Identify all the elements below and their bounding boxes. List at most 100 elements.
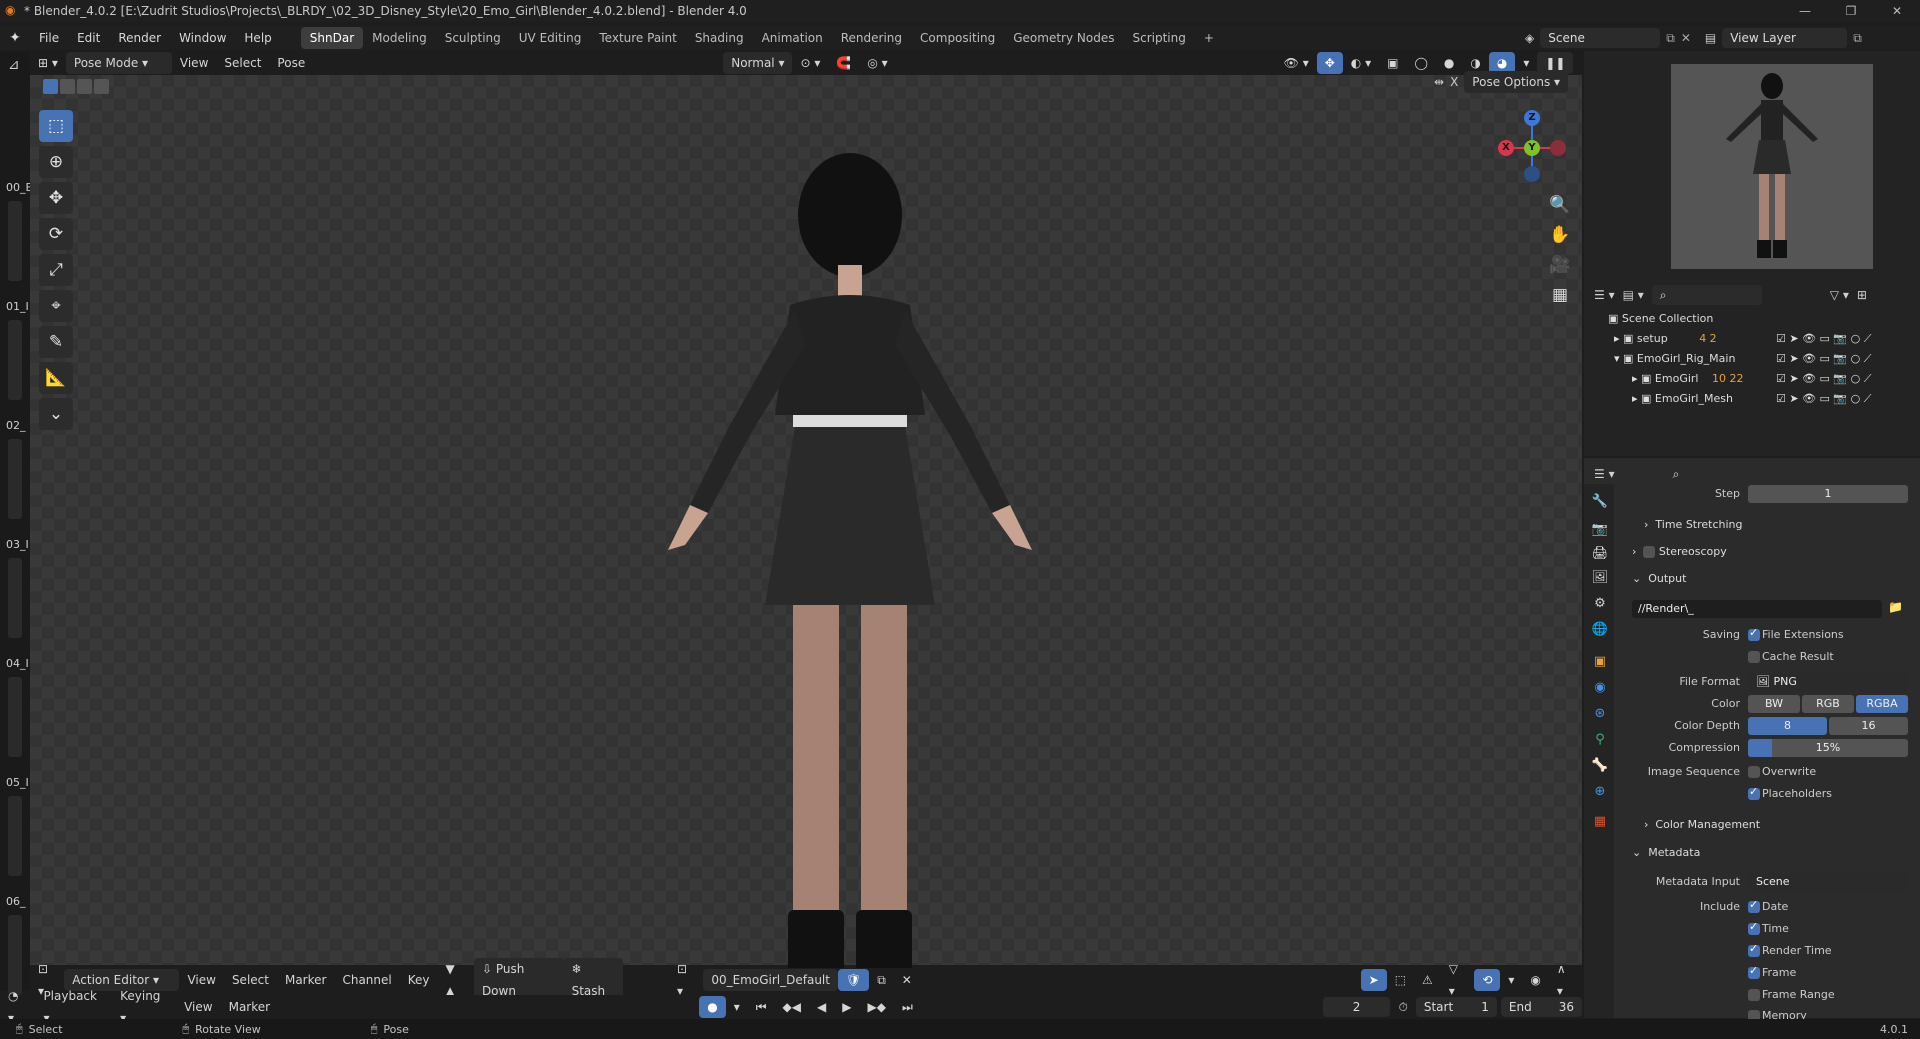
start-frame-field[interactable]: Start 1	[1415, 997, 1497, 1017]
step-field[interactable]: 1	[1748, 485, 1908, 503]
menu-view[interactable]: View	[179, 969, 223, 991]
metadata-input-dropdown[interactable]: Scene	[1748, 873, 1908, 891]
move-tool-icon[interactable]: ✥	[39, 182, 73, 214]
object-tab-icon[interactable]: ▣	[1591, 654, 1609, 669]
workspace-tab-texture-paint[interactable]: Texture Paint	[590, 27, 685, 49]
mirror-x-icon[interactable]: ⇹	[1434, 75, 1444, 89]
show-hidden-icon[interactable]: ⬚	[1387, 969, 1414, 991]
time-stretching-section[interactable]: › Time Stretching	[1644, 518, 1743, 531]
bone-constraints-tab-icon[interactable]: ⊕	[1591, 784, 1609, 799]
xray-icon[interactable]: ▣	[1379, 52, 1406, 74]
menu-edit[interactable]: Edit	[68, 26, 109, 50]
strip-track[interactable]	[8, 320, 22, 400]
restriction-icons-row[interactable]: ☑ ➤ 👁 ▭ 📷 ○ ⟋	[1776, 329, 1916, 349]
play-reverse-icon[interactable]: ◀	[809, 996, 834, 1018]
scene-tab-icon[interactable]: ⚙	[1591, 596, 1609, 611]
scale-tool-icon[interactable]: ⤢	[39, 254, 73, 286]
select-extend-icon[interactable]	[60, 79, 75, 94]
workspace-tab-geometry-nodes[interactable]: Geometry Nodes	[1004, 27, 1123, 49]
output-section[interactable]: ⌄ Output	[1632, 572, 1686, 585]
color-rgb-button[interactable]: RGB	[1802, 695, 1854, 713]
output-path-input[interactable]: //Render\_	[1632, 600, 1882, 618]
color-bw-button[interactable]: BW	[1748, 695, 1800, 713]
include-frame-checkbox[interactable]	[1748, 964, 1760, 979]
measure-tool-icon[interactable]: 📐	[39, 362, 73, 394]
auto-snap-icon[interactable]: ⟲	[1474, 969, 1501, 991]
workspace-tab-compositing[interactable]: Compositing	[911, 27, 1004, 49]
file-extensions-checkbox[interactable]	[1748, 626, 1760, 641]
outliner-search-input[interactable]: ⌕	[1651, 285, 1762, 305]
menu-marker[interactable]: Marker	[277, 969, 334, 991]
render-tab-icon[interactable]: 📷	[1591, 522, 1609, 537]
editor-type-3d-icon[interactable]: ⊞ ▾	[30, 52, 66, 74]
x-axis-toggle-icon[interactable]: X	[1450, 75, 1458, 89]
annotate-tool-icon[interactable]: ✎	[39, 326, 73, 358]
proportional-icon[interactable]: ◉	[1522, 969, 1548, 991]
strip-track[interactable]	[8, 677, 22, 757]
cache-result-checkbox[interactable]	[1748, 651, 1760, 663]
menu-help[interactable]: Help	[235, 26, 280, 50]
folder-icon[interactable]: 📁	[1888, 600, 1903, 614]
armature-tab-icon[interactable]: ⚲	[1591, 732, 1609, 747]
placeholders-checkbox[interactable]	[1748, 785, 1760, 800]
mode-selector[interactable]: Pose Mode ▾	[65, 52, 172, 74]
expand-arrow-icon[interactable]: ▸	[1632, 392, 1641, 405]
menu-marker[interactable]: Marker	[221, 996, 278, 1018]
metadata-section[interactable]: ⌄ Metadata	[1632, 846, 1700, 859]
action-name-field[interactable]: 00_EmoGirl_Default	[703, 969, 838, 991]
menu-pose[interactable]: Pose	[269, 52, 313, 74]
properties-search-input[interactable]: ⌕	[1664, 464, 1775, 484]
menu-view[interactable]: View	[176, 996, 220, 1018]
color-rgba-button[interactable]: RGBA	[1856, 695, 1908, 713]
menu-file[interactable]: File	[30, 26, 68, 50]
properties-type-icon[interactable]: ☰ ▾	[1594, 467, 1615, 481]
keying-options-icon[interactable]: ▾	[726, 996, 748, 1018]
outliner-row-scene-collection[interactable]: ▣ Scene Collection	[1584, 309, 1920, 329]
menu-select[interactable]: Select	[224, 969, 277, 991]
z-axis-icon[interactable]: Z	[1524, 110, 1540, 126]
stereoscopy-checkbox[interactable]	[1643, 546, 1656, 558]
file-format-dropdown[interactable]: 🖼 PNG	[1748, 673, 1908, 691]
delete-scene-icon[interactable]: ✕	[1681, 31, 1691, 45]
y-axis-icon[interactable]: Y	[1524, 140, 1540, 156]
jump-next-keyframe-icon[interactable]: ▶◆	[859, 996, 893, 1018]
jump-prev-keyframe-icon[interactable]: ◆◀	[775, 996, 809, 1018]
jump-end-icon[interactable]: ⏭	[894, 996, 921, 1018]
color-depth-16-button[interactable]: 16	[1829, 717, 1908, 735]
overwrite-checkbox[interactable]	[1748, 766, 1760, 778]
workspace-tab-uv-editing[interactable]: UV Editing	[510, 27, 591, 49]
jump-start-icon[interactable]: ⏮	[748, 996, 775, 1018]
include-frame-range-checkbox[interactable]	[1748, 989, 1760, 1001]
workspace-tab-rendering[interactable]: Rendering	[832, 27, 911, 49]
include-render-time-checkbox[interactable]	[1748, 942, 1760, 957]
blender-menu-icon[interactable]: ✦	[0, 30, 30, 46]
strip-track[interactable]	[8, 439, 22, 519]
preview-range-icon[interactable]: ⏱	[1390, 996, 1415, 1018]
physics-tab-icon[interactable]: ◉	[1591, 680, 1609, 695]
expand-arrow-icon[interactable]: ▸	[1632, 372, 1641, 385]
new-view-layer-icon[interactable]: ⧉	[1853, 31, 1862, 46]
color-management-section[interactable]: › Color Management	[1644, 818, 1760, 831]
display-mode-icon[interactable]: ▤ ▾	[1623, 288, 1644, 302]
menu-select[interactable]: Select	[216, 52, 269, 74]
compression-slider[interactable]: 15%	[1748, 739, 1908, 757]
workspace-tab-scripting[interactable]: Scripting	[1123, 27, 1194, 49]
current-frame-field[interactable]: 2	[1322, 997, 1391, 1017]
add-workspace-button[interactable]: +	[1195, 27, 1223, 49]
navigation-gizmo[interactable]: Z Y X	[1490, 108, 1570, 198]
workspace-tab-shading[interactable]: Shading	[686, 27, 753, 49]
unlink-action-icon[interactable]: ✕	[894, 969, 920, 991]
workspace-tab-sculpting[interactable]: Sculpting	[436, 27, 510, 49]
workspace-tab-animation[interactable]: Animation	[753, 27, 832, 49]
new-scene-icon[interactable]: ⧉	[1666, 31, 1675, 46]
select-new-icon[interactable]	[43, 79, 58, 94]
only-selected-icon[interactable]: ➤	[1360, 969, 1387, 991]
menu-window[interactable]: Window	[170, 26, 235, 50]
proportional-edit-icon[interactable]: ◎ ▾	[859, 52, 895, 74]
new-action-icon[interactable]: ⧉	[869, 969, 894, 991]
include-date-checkbox[interactable]	[1748, 898, 1760, 913]
ortho-grid-icon[interactable]: ▦	[1546, 281, 1574, 309]
transform-orientation-dropdown[interactable]: Normal ▾	[723, 52, 793, 74]
strip-track[interactable]	[8, 915, 22, 995]
x-axis-icon[interactable]: X	[1498, 140, 1514, 156]
